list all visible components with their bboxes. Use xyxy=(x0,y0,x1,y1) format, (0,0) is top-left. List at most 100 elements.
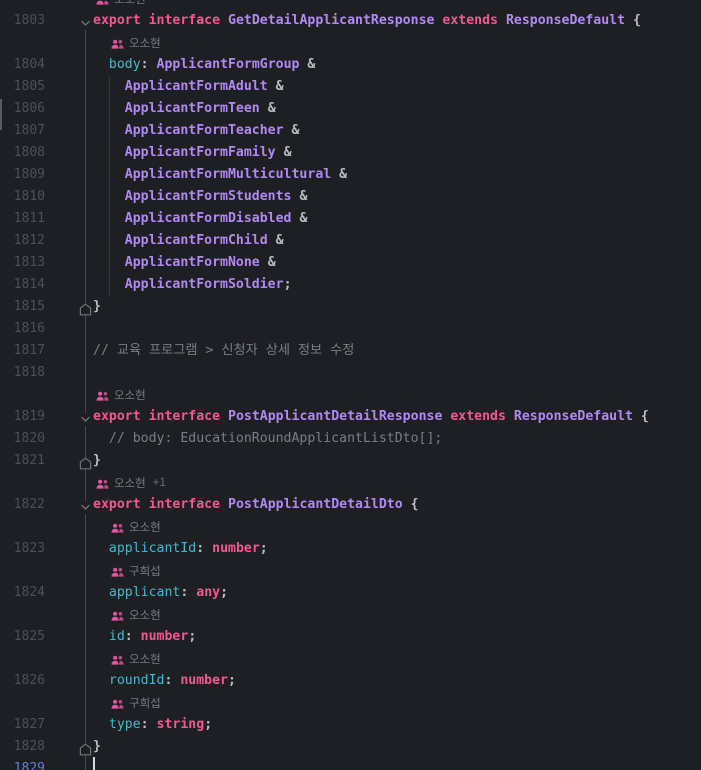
code-author-annotation[interactable]: 오소현 +1 xyxy=(93,472,166,494)
code-line-content[interactable]: ApplicantFormNone & xyxy=(93,252,276,274)
code-line-content[interactable]: } xyxy=(93,450,101,472)
fold-end-icon[interactable] xyxy=(79,741,92,756)
author-name: 오소현 xyxy=(114,390,146,402)
annotation-row: 오소현 xyxy=(0,32,701,54)
code-line: 1822 export interface PostApplicantDetail… xyxy=(0,494,701,516)
authors-icon xyxy=(111,567,124,577)
code-line-content[interactable]: ApplicantFormStudents & xyxy=(93,186,308,208)
code-author-annotation[interactable]: 오소현 xyxy=(93,648,161,670)
author-name: 오소현 xyxy=(129,654,161,666)
authors-icon xyxy=(111,655,124,665)
code-line: 1813 ApplicantFormNone & xyxy=(0,252,701,274)
line-number[interactable]: 1810 xyxy=(0,186,45,208)
line-number[interactable]: 1818 xyxy=(0,362,45,384)
line-number[interactable]: 1828 xyxy=(0,736,45,758)
code-line-content[interactable]: ApplicantFormTeacher & xyxy=(93,120,300,142)
code-line: 1825 id: number; xyxy=(0,626,701,648)
code-line: 1811 ApplicantFormDisabled & xyxy=(0,208,701,230)
line-number[interactable]: 1806 xyxy=(0,98,45,120)
line-number[interactable]: 1817 xyxy=(0,340,45,362)
annotation-row: 오소현 +1 xyxy=(0,472,701,494)
code-line-content[interactable]: ApplicantFormAdult & xyxy=(93,76,284,98)
line-number[interactable]: 1829 xyxy=(0,758,45,770)
line-number[interactable]: 1803 xyxy=(0,10,45,32)
code-author-annotation[interactable]: 구희섭 xyxy=(93,692,161,714)
line-number[interactable]: 1813 xyxy=(0,252,45,274)
fold-collapse-icon[interactable] xyxy=(79,411,92,426)
line-number[interactable]: 1826 xyxy=(0,670,45,692)
code-author-annotation[interactable]: 오소현 xyxy=(93,516,161,538)
code-line-content[interactable]: } xyxy=(93,296,101,318)
code-author-annotation[interactable]: 구희섭 xyxy=(93,560,161,582)
code-line-content[interactable]: body: ApplicantFormGroup & xyxy=(93,54,315,76)
code-line-content[interactable]: ApplicantFormSoldier; xyxy=(93,274,292,296)
line-number[interactable]: 1822 xyxy=(0,494,45,516)
authors-icon xyxy=(111,699,124,709)
code-line: 1826 roundId: number; xyxy=(0,670,701,692)
fold-collapse-icon[interactable] xyxy=(79,15,92,30)
code-line-content[interactable]: // body: EducationRoundApplicantListDto[… xyxy=(93,428,442,450)
code-line-content[interactable]: } xyxy=(93,736,101,758)
line-number[interactable]: 1821 xyxy=(0,450,45,472)
code-line-content[interactable]: export interface PostApplicantDetailDto … xyxy=(93,494,419,516)
line-number[interactable]: 1812 xyxy=(0,230,45,252)
author-count-suffix: +1 xyxy=(152,477,166,489)
code-line: 1810 ApplicantFormStudents & xyxy=(0,186,701,208)
line-number[interactable]: 1827 xyxy=(0,714,45,736)
authors-icon xyxy=(96,391,109,401)
code-line: 1828} xyxy=(0,736,701,758)
line-number[interactable]: 1824 xyxy=(0,582,45,604)
code-line: 1815} xyxy=(0,296,701,318)
code-author-annotation[interactable]: 오소현 xyxy=(93,384,146,406)
fold-end-icon[interactable] xyxy=(79,455,92,470)
code-line: 1817 // 교육 프로그램 > 신청자 상세 정보 수정 xyxy=(0,340,701,362)
code-author-annotation[interactable]: 오소현 xyxy=(93,0,146,10)
code-line: 1823 applicantId: number; xyxy=(0,538,701,560)
code-line-content[interactable]: ApplicantFormTeen & xyxy=(93,98,276,120)
code-rows: 오소현 1803 export interface GetDetailApplica… xyxy=(0,0,701,770)
code-line: 1805 ApplicantFormAdult & xyxy=(0,76,701,98)
code-line-content[interactable]: type: string; xyxy=(93,714,212,736)
code-line-content[interactable]: export interface PostApplicantDetailResp… xyxy=(93,406,649,428)
code-line-content[interactable]: ApplicantFormMulticultural & xyxy=(93,164,347,186)
code-author-annotation[interactable]: 오소현 xyxy=(93,32,161,54)
fold-end-icon[interactable] xyxy=(79,301,92,316)
authors-icon xyxy=(111,39,124,49)
code-line-content[interactable]: ApplicantFormChild & xyxy=(93,230,284,252)
line-number[interactable]: 1820 xyxy=(0,428,45,450)
code-line: 1803 export interface GetDetailApplicantR… xyxy=(0,10,701,32)
code-line-content[interactable]: applicant: any; xyxy=(93,582,228,604)
text-caret xyxy=(93,757,95,770)
line-number[interactable]: 1816 xyxy=(0,318,45,340)
code-line-content[interactable]: ApplicantFormFamily & xyxy=(93,142,292,164)
code-author-annotation[interactable]: 오소현 xyxy=(93,604,161,626)
author-name: 구희섭 xyxy=(129,566,161,578)
code-line: 1807 ApplicantFormTeacher & xyxy=(0,120,701,142)
line-number[interactable]: 1811 xyxy=(0,208,45,230)
line-number[interactable]: 1809 xyxy=(0,164,45,186)
code-line-content[interactable]: ApplicantFormDisabled & xyxy=(93,208,308,230)
code-line: 1804 body: ApplicantFormGroup & xyxy=(0,54,701,76)
line-number[interactable]: 1808 xyxy=(0,142,45,164)
line-number[interactable]: 1804 xyxy=(0,54,45,76)
code-line: 1818 xyxy=(0,362,701,384)
ide-code-editor: 오소현 1803 export interface GetDetailApplica… xyxy=(0,0,701,770)
code-line-content[interactable]: id: number; xyxy=(93,626,196,648)
fold-collapse-icon[interactable] xyxy=(79,499,92,514)
author-name: 구희섭 xyxy=(129,698,161,710)
author-name: 오소현 xyxy=(114,0,146,6)
line-number[interactable]: 1819 xyxy=(0,406,45,428)
line-number[interactable]: 1805 xyxy=(0,76,45,98)
line-number[interactable]: 1825 xyxy=(0,626,45,648)
fold-outline-line xyxy=(85,28,86,770)
code-line: 1809 ApplicantFormMulticultural & xyxy=(0,164,701,186)
line-number[interactable]: 1823 xyxy=(0,538,45,560)
code-line-content[interactable]: roundId: number; xyxy=(93,670,236,692)
line-number[interactable]: 1814 xyxy=(0,274,45,296)
line-number[interactable]: 1815 xyxy=(0,296,45,318)
code-line-content[interactable]: applicantId: number; xyxy=(93,538,268,560)
annotation-row: 구희섭 xyxy=(0,560,701,582)
code-line-content[interactable]: export interface GetDetailApplicantRespo… xyxy=(93,10,641,32)
code-line-content[interactable]: // 교육 프로그램 > 신청자 상세 정보 수정 xyxy=(93,340,354,362)
line-number[interactable]: 1807 xyxy=(0,120,45,142)
